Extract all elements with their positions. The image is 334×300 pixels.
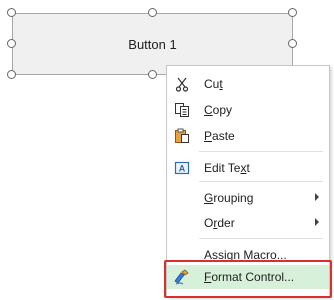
paste-icon: [173, 127, 191, 145]
menu-item-paste[interactable]: Paste: [167, 124, 329, 148]
menu-item-label: Copy: [204, 103, 233, 117]
submenu-arrow-icon: [315, 218, 319, 226]
resize-handle-middle-left[interactable]: [7, 39, 16, 48]
menu-item-assign-macro[interactable]: Assign Macro...: [167, 243, 329, 267]
copy-icon: [173, 101, 191, 119]
menu-item-order[interactable]: Order: [167, 211, 329, 235]
resize-handle-top-center[interactable]: [148, 8, 157, 17]
menu-item-format-control[interactable]: Format Control...: [167, 265, 329, 289]
menu-item-grouping[interactable]: Grouping: [167, 186, 329, 210]
resize-handle-top-left[interactable]: [7, 8, 16, 17]
menu-separator: [199, 238, 323, 239]
menu-item-label: Paste: [204, 129, 235, 143]
menu-item-copy[interactable]: Copy: [167, 98, 329, 122]
menu-item-cut[interactable]: Cut: [167, 72, 329, 96]
svg-text:A: A: [179, 164, 186, 174]
context-menu: Cut Copy Paste A Edit Text Grouping Orde…: [166, 65, 330, 297]
resize-handle-middle-right[interactable]: [288, 39, 297, 48]
menu-item-label: Grouping: [204, 191, 254, 205]
menu-separator: [199, 151, 323, 152]
resize-handle-bottom-center[interactable]: [148, 70, 157, 79]
edit-text-icon: A: [173, 159, 191, 177]
resize-handle-bottom-left[interactable]: [7, 70, 16, 79]
menu-item-label: Cut: [204, 77, 223, 91]
menu-separator: [199, 181, 323, 182]
format-control-icon: [173, 268, 191, 286]
scissors-icon: [173, 75, 191, 93]
menu-item-label: Format Control...: [204, 270, 295, 284]
menu-item-edit-text[interactable]: A Edit Text: [167, 156, 329, 180]
resize-handle-top-right[interactable]: [288, 8, 297, 17]
submenu-arrow-icon: [315, 193, 319, 201]
menu-item-label: Order: [204, 216, 235, 230]
menu-item-label: Edit Text: [204, 161, 250, 175]
menu-item-label: Assign Macro...: [204, 248, 287, 262]
